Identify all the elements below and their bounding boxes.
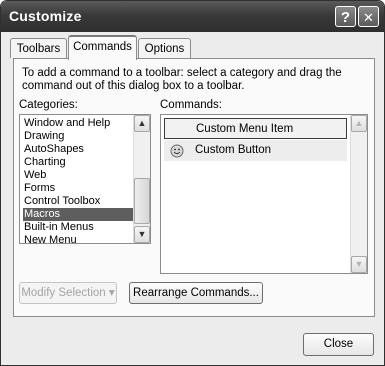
list-item[interactable]: Drawing — [23, 130, 133, 143]
close-button[interactable]: Close — [303, 333, 374, 356]
command-item-custom-button[interactable]: Custom Button — [164, 140, 347, 161]
dialog-title: Customize — [9, 8, 82, 24]
commands-scrollbar[interactable]: ▲ ▼ — [350, 115, 367, 273]
list-item[interactable]: Built-in Menus — [23, 221, 133, 234]
close-window-button[interactable]: ✕ — [358, 6, 379, 27]
rearrange-commands-button[interactable]: Rearrange Commands... — [129, 282, 263, 304]
modify-selection-button: Modify Selection ▾ — [19, 282, 117, 304]
smiley-icon — [170, 144, 184, 158]
scroll-down-icon[interactable]: ▼ — [134, 226, 150, 243]
scroll-up-icon[interactable]: ▲ — [134, 115, 150, 132]
list-item[interactable]: AutoShapes — [23, 143, 133, 156]
categories-label: Categories: — [19, 99, 78, 111]
command-label: Custom Button — [195, 144, 272, 156]
tab-commands[interactable]: Commands — [68, 35, 137, 60]
categories-listbox[interactable]: Window and Help Drawing AutoShapes Chart… — [19, 114, 151, 244]
modify-selection-label: Modify Selection — [21, 287, 106, 299]
list-item-selected[interactable]: Macros — [23, 208, 133, 221]
scroll-up-icon[interactable]: ▲ — [351, 115, 367, 132]
command-label: Custom Menu Item — [196, 123, 294, 135]
customize-dialog: Customize ? ✕ Toolbars Commands Options … — [0, 0, 385, 366]
commands-label: Commands: — [160, 99, 222, 111]
scroll-thumb[interactable] — [134, 178, 150, 224]
instruction-text: To add a command to a toolbar: select a … — [22, 67, 342, 92]
dropdown-arrow-icon: ▾ — [108, 287, 115, 299]
list-item[interactable]: New Menu — [23, 234, 133, 243]
commands-listbox[interactable]: Custom Menu Item Custom Button ▲ ▼ — [160, 114, 368, 274]
commands-tab-panel: To add a command to a toolbar: select a … — [13, 58, 375, 317]
list-item[interactable]: Forms — [23, 182, 133, 195]
categories-scrollbar[interactable]: ▲ ▼ — [133, 115, 150, 243]
command-item-custom-menu-item[interactable]: Custom Menu Item — [164, 118, 347, 139]
help-button[interactable]: ? — [335, 6, 356, 27]
tab-toolbars[interactable]: Toolbars — [10, 38, 67, 58]
title-bar[interactable]: Customize ? ✕ — [1, 1, 384, 32]
tab-options[interactable]: Options — [138, 38, 191, 58]
dialog-body: Toolbars Commands Options To add a comma… — [4, 32, 381, 362]
scroll-down-icon[interactable]: ▼ — [351, 256, 367, 273]
list-item[interactable]: Control Toolbox — [23, 195, 133, 208]
list-item[interactable]: Web — [23, 169, 133, 182]
list-item[interactable]: Window and Help — [23, 117, 133, 130]
list-item[interactable]: Charting — [23, 156, 133, 169]
